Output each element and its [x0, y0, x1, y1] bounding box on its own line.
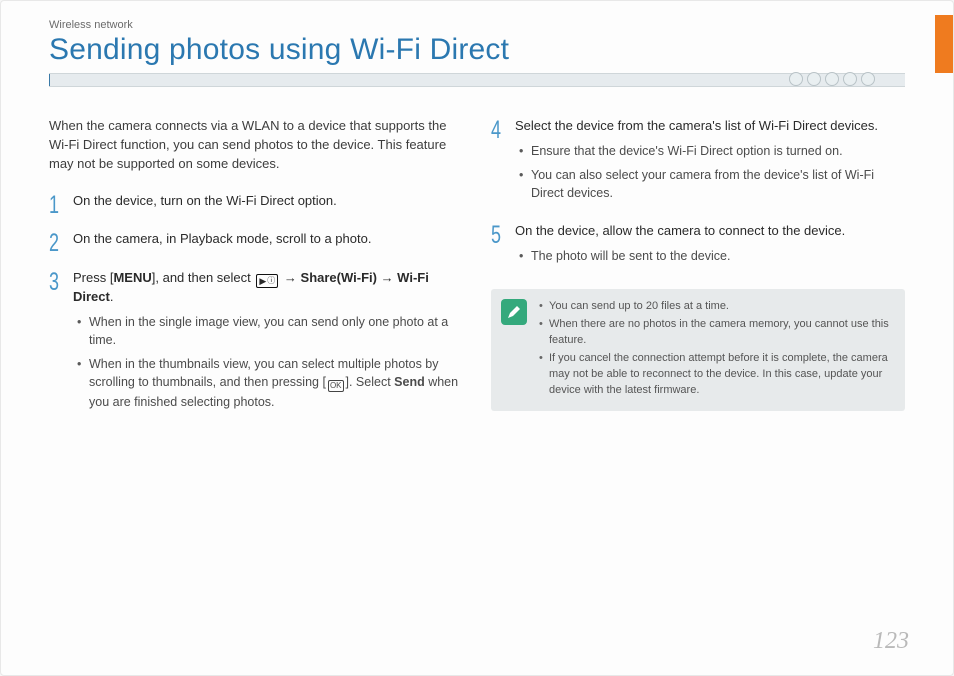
text-fragment: ], and then select [152, 270, 255, 285]
note-list: You can send up to 20 files at a time. W… [539, 299, 893, 401]
menu-label: MENU [113, 270, 151, 285]
step-number: 5 [491, 222, 505, 291]
playback-info-icon: ▶ⓘ [256, 274, 278, 288]
manual-page: Wireless network Sending photos using Wi… [0, 0, 954, 676]
intro-paragraph: When the camera connects via a WLAN to a… [49, 117, 463, 174]
note-icon [501, 299, 527, 325]
step-sub-list: The photo will be sent to the device. [515, 247, 905, 265]
title-divider [49, 73, 905, 91]
step-number: 2 [49, 230, 63, 265]
sub-item: When in the single image view, you can s… [77, 313, 463, 349]
text-fragment: ]. Select [346, 375, 395, 389]
content-columns: When the camera connects via a WLAN to a… [49, 117, 905, 432]
breadcrumb: Wireless network [49, 19, 905, 31]
step-sub-list: When in the single image view, you can s… [73, 313, 463, 412]
step-text: On the device, turn on the Wi-Fi Direct … [73, 192, 463, 211]
step-number: 3 [49, 269, 63, 477]
right-column: 4 Select the device from the camera's li… [491, 117, 905, 432]
send-label: Send [394, 375, 425, 389]
step-1: 1 On the device, turn on the Wi-Fi Direc… [49, 192, 463, 217]
sub-item: The photo will be sent to the device. [519, 247, 905, 265]
step-2: 2 On the camera, in Playback mode, scrol… [49, 230, 463, 255]
page-number: 123 [873, 628, 909, 655]
note-box: You can send up to 20 files at a time. W… [491, 289, 905, 411]
step-text: Select the device from the camera's list… [515, 117, 905, 136]
section-tab [935, 15, 953, 73]
ok-icon: OK [328, 379, 344, 393]
note-item: You can send up to 20 files at a time. [539, 299, 893, 315]
sub-item: Ensure that the device's Wi-Fi Direct op… [519, 142, 905, 160]
step-5: 5 On the device, allow the camera to con… [491, 222, 905, 271]
note-item: When there are no photos in the camera m… [539, 317, 893, 349]
page-title: Sending photos using Wi-Fi Direct [49, 33, 905, 67]
step-text: On the camera, in Playback mode, scroll … [73, 230, 463, 249]
decorative-circles [789, 72, 875, 86]
sub-item: You can also select your camera from the… [519, 166, 905, 202]
step-number: 1 [49, 192, 63, 227]
step-text: On the device, allow the camera to conne… [515, 222, 905, 241]
text-fragment: . [110, 289, 114, 304]
step-4: 4 Select the device from the camera's li… [491, 117, 905, 208]
text-fragment: Press [ [73, 270, 113, 285]
pencil-icon [506, 304, 522, 320]
step-sub-list: Ensure that the device's Wi-Fi Direct op… [515, 142, 905, 202]
left-column: When the camera connects via a WLAN to a… [49, 117, 463, 432]
step-3: 3 Press [MENU], and then select ▶ⓘ → Sha… [49, 269, 463, 417]
note-item: If you cancel the connection attempt bef… [539, 351, 893, 399]
sub-item: When in the thumbnails view, you can sel… [77, 355, 463, 411]
step-text: Press [MENU], and then select ▶ⓘ → Share… [73, 269, 463, 307]
